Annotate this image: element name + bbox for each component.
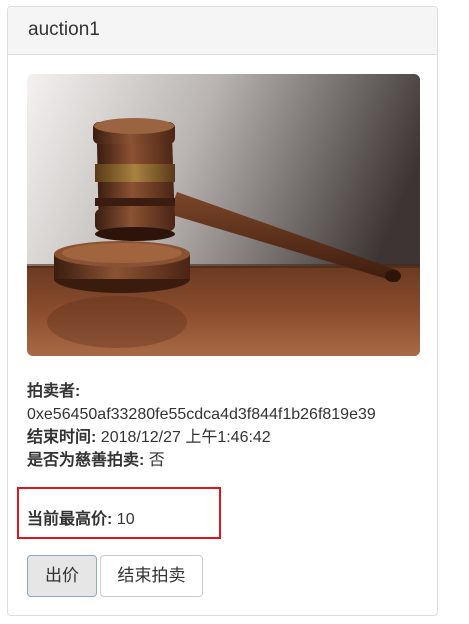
auction-panel: auction1 拍卖者: 0xe56450af33280fe55cdca4d3… (7, 6, 438, 616)
highest-price-value: 10 (116, 511, 135, 528)
auction-title: auction1 (28, 19, 100, 40)
bid-button[interactable]: 出价 (27, 555, 97, 597)
end-time-label: 结束时间: (27, 429, 97, 446)
seller-address: 0xe56450af33280fe55cdca4d3f844f1b26f819e… (27, 406, 376, 423)
end-time-value: 2018/12/27 上午1:46:42 (100, 429, 271, 446)
gavel-image (27, 74, 420, 356)
seller-label-row: 拍卖者: (27, 380, 427, 403)
panel-heading: auction1 (8, 7, 437, 55)
end-auction-button[interactable]: 结束拍卖 (100, 555, 203, 597)
seller-label: 拍卖者: (27, 383, 81, 400)
highest-price-row: 当前最高价: 10 (27, 510, 135, 530)
end-time-row: 结束时间: 2018/12/27 上午1:46:42 (27, 426, 427, 449)
charity-row: 是否为慈善拍卖: 否 (27, 449, 427, 472)
charity-label: 是否为慈善拍卖: (27, 452, 145, 469)
auction-details: 拍卖者: 0xe56450af33280fe55cdca4d3f844f1b26… (27, 380, 427, 472)
highest-price-label: 当前最高价: (27, 511, 113, 528)
charity-value: 否 (148, 452, 165, 469)
